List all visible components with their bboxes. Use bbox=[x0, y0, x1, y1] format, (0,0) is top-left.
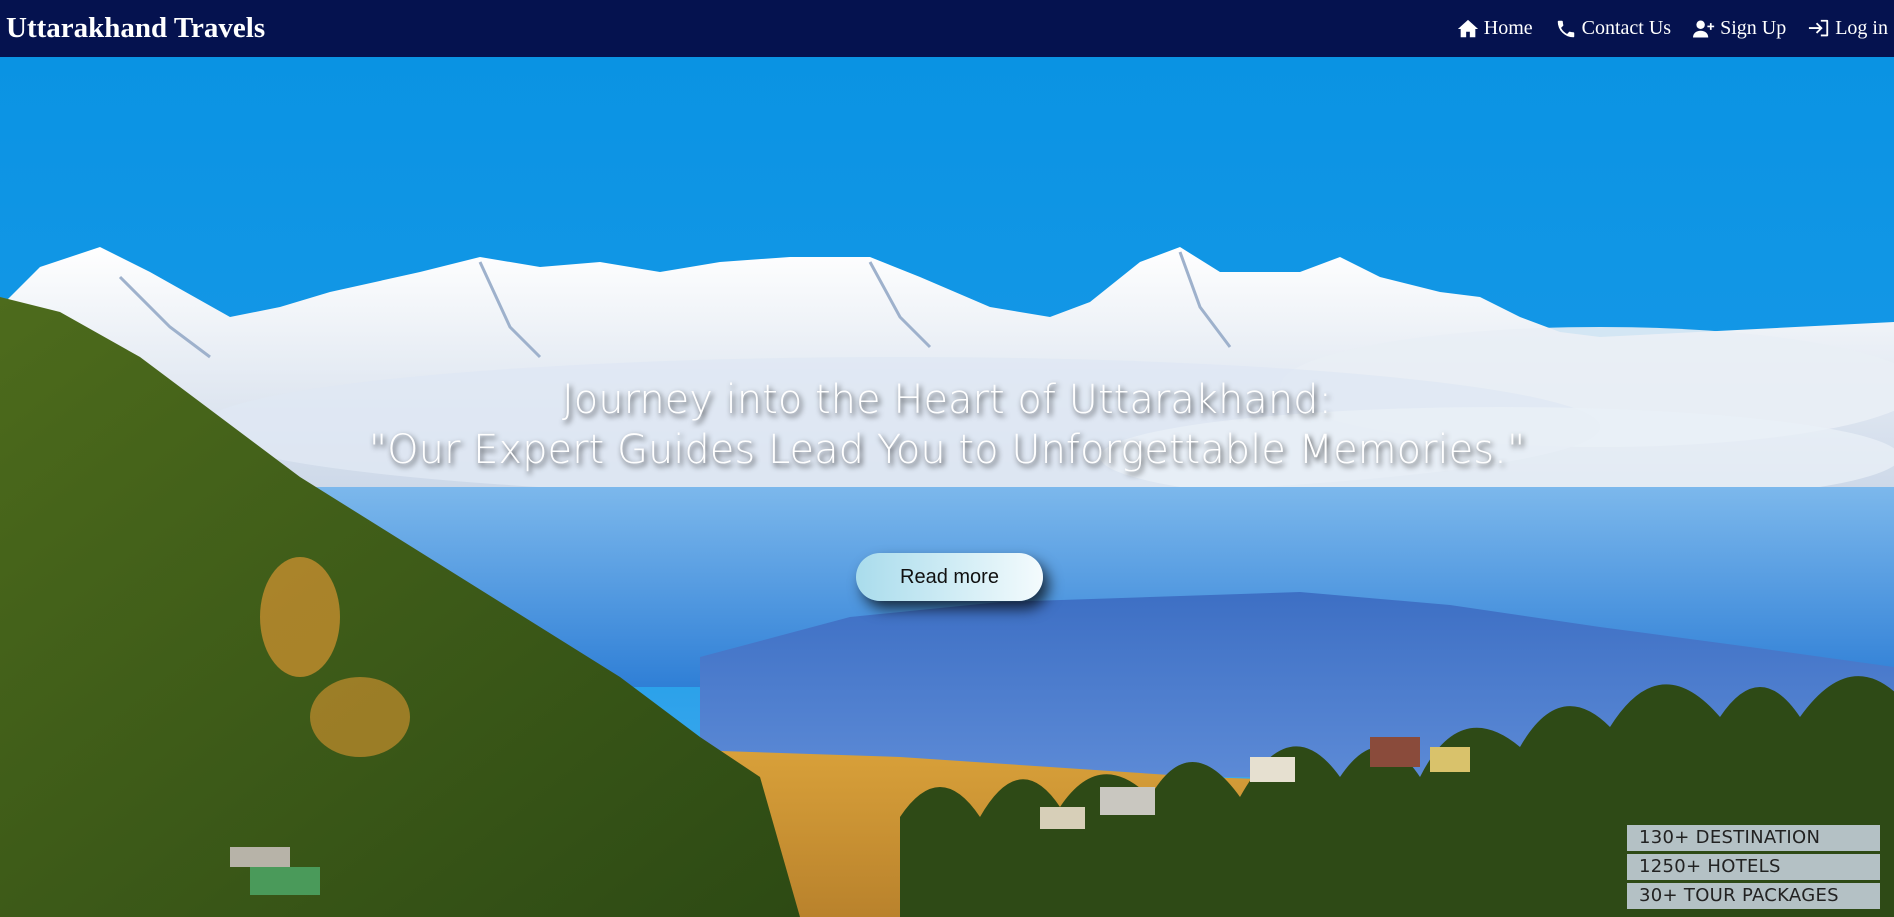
site-brand[interactable]: Uttarakhand Travels bbox=[6, 12, 265, 45]
nav-home-label: Home bbox=[1483, 17, 1533, 39]
hero-headline-line2: "Our Expert Guides Lead You to Unforgett… bbox=[368, 427, 1526, 473]
read-more-button[interactable]: Read more bbox=[856, 553, 1043, 601]
top-navbar: Uttarakhand Travels Home Contact Us Sign… bbox=[0, 0, 1894, 57]
nav-login-link[interactable]: Log in bbox=[1808, 17, 1888, 40]
stats-panel: 130+ DESTINATION 1250+ HOTELS 30+ TOUR P… bbox=[1627, 825, 1880, 912]
stat-tour-packages: 30+ TOUR PACKAGES bbox=[1627, 883, 1880, 909]
hero-headline: Journey into the Heart of Uttarakhand: "… bbox=[0, 375, 1894, 475]
nav-signup-label: Sign Up bbox=[1720, 17, 1787, 39]
hero-headline-line1: Journey into the Heart of Uttarakhand: bbox=[561, 377, 1333, 423]
phone-icon bbox=[1557, 20, 1574, 37]
login-icon bbox=[1809, 19, 1829, 36]
nav-signup-link[interactable]: Sign Up bbox=[1693, 17, 1786, 40]
nav-contact-link[interactable]: Contact Us bbox=[1555, 17, 1671, 40]
user-plus-icon bbox=[1693, 20, 1715, 37]
stat-destinations: 130+ DESTINATION bbox=[1627, 825, 1880, 851]
nav-login-label: Log in bbox=[1835, 17, 1888, 39]
nav-home-link[interactable]: Home bbox=[1457, 17, 1533, 40]
nav-contact-label: Contact Us bbox=[1581, 17, 1672, 39]
stat-hotels: 1250+ HOTELS bbox=[1627, 854, 1880, 880]
nav-links: Home Contact Us Sign Up Log in bbox=[1457, 17, 1888, 40]
mountain-landscape-image bbox=[0, 57, 1894, 917]
hero-banner: Journey into the Heart of Uttarakhand: "… bbox=[0, 57, 1894, 917]
home-icon bbox=[1457, 19, 1478, 37]
